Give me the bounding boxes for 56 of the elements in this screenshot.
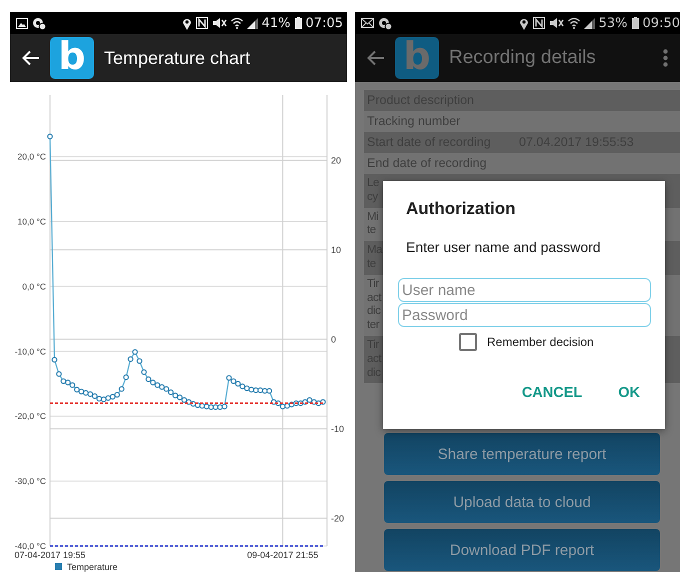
dialog-button[interactable]: OK [618,385,640,401]
mute-icon [548,17,564,29]
dialog-message: Enter user name and password [406,239,602,255]
axis-label: 10 [331,244,342,255]
legend-label: Temperature [67,562,118,572]
gear-icon [378,16,392,30]
mail-icon [361,18,374,28]
location-pin-icon [518,16,529,30]
axis-label: 20,0 °C [18,152,46,162]
image-icon [16,18,28,28]
battery-icon [294,17,302,29]
axis-label: -30,0 °C [14,476,46,486]
axis-label: -40,0 °C [14,541,46,551]
action-button[interactable]: Download PDF report [384,529,660,572]
gear-icon [32,16,46,30]
data-point [52,356,58,363]
nfc-icon [532,17,545,29]
more-options-icon[interactable] [663,49,668,67]
battery-level: 53% [598,16,628,30]
checkbox-label: Remember decision [487,335,594,349]
legend-swatch [55,563,62,570]
axis-label: -20 [331,513,344,524]
wifi-icon [568,17,580,29]
clock-time: 09:50 [642,16,680,30]
axis-label: 09-04-2017 21:55 [247,550,318,560]
nfc-icon [196,17,208,29]
action-button[interactable]: Upload data to cloud [384,481,660,524]
signal-icon [584,18,595,28]
action-button[interactable]: Share temperature report [384,433,660,476]
clock-time: 07:05 [306,16,343,30]
axis-label: -20,0 °C [14,411,46,422]
mute-icon [212,17,227,29]
axis-label: 0 [331,334,336,344]
wifi-icon [230,17,243,29]
data-point [123,374,129,380]
screen-title: Temperature chart [104,48,252,68]
axis-label: 10,0 °C [18,216,46,227]
app-logo: b [395,37,439,79]
location-pin-icon [182,16,192,30]
username-field[interactable]: User name [398,278,651,302]
axis-label: 20 [331,155,342,166]
app-logo: b [50,37,94,79]
axis-label: 07-04-2017 19:55 [14,550,86,560]
axis-label: 0,0 °C [22,281,46,292]
data-point [136,358,142,364]
dialog-title: Authorization [406,199,517,219]
dialog-button[interactable]: CANCEL [522,385,582,401]
axis-label: -10 [331,424,344,434]
data-point [47,134,53,140]
axis-label: -10,0 °C [14,346,46,356]
checkbox[interactable] [459,333,477,351]
battery-icon [632,17,639,29]
battery-level: 41% [262,16,291,30]
signal-icon [246,18,258,28]
screen-title: Recording details [449,47,597,69]
password-field[interactable]: Password [398,303,651,327]
